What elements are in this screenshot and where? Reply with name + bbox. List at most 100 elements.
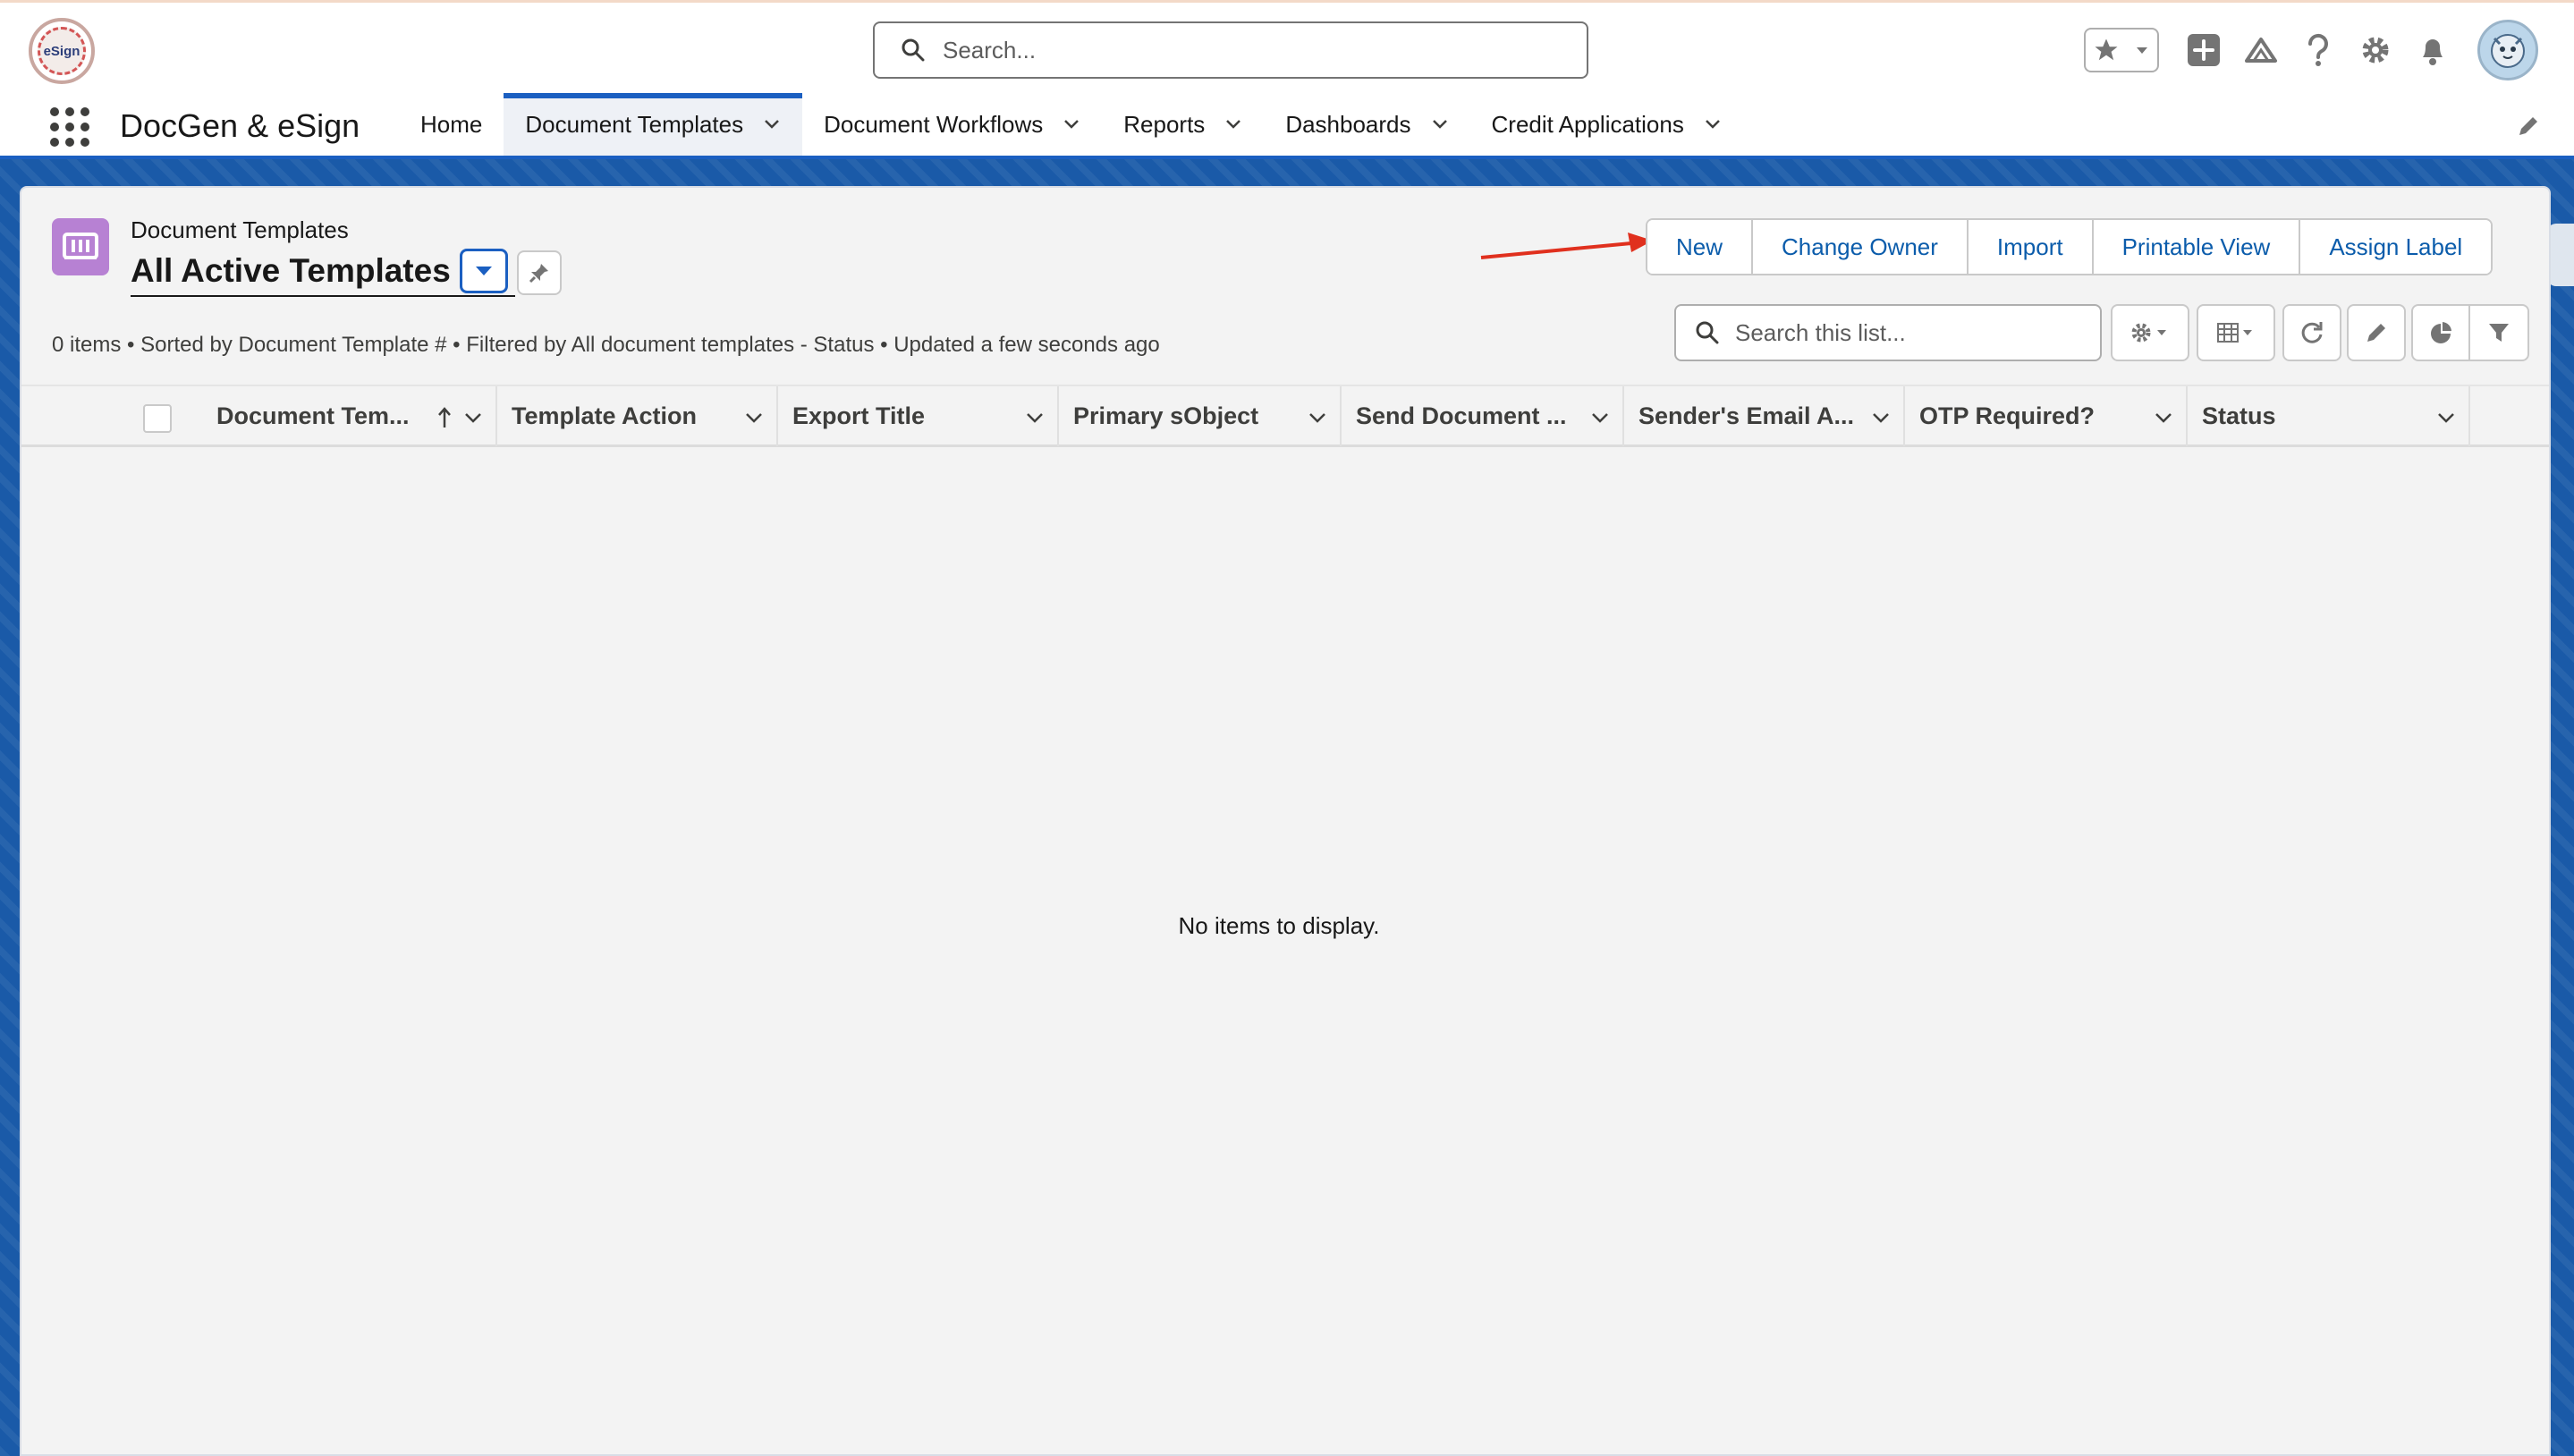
column-menu-chevron-icon[interactable]	[1025, 408, 1045, 427]
nav-tab-label: Credit Applications	[1491, 110, 1684, 138]
column-header[interactable]: Status	[2188, 386, 2470, 446]
refresh-button[interactable]	[2282, 304, 2341, 361]
nav-tab-document-workflows[interactable]: Document Workflows	[802, 93, 1102, 156]
column-header[interactable]: Export Title	[778, 386, 1059, 446]
pin-icon	[529, 264, 548, 284]
nav-tab-label: Document Workflows	[824, 110, 1044, 138]
list-actions-button-group: New Change Owner Import Printable View Assig…	[1646, 218, 2494, 275]
table-icon	[2217, 323, 2252, 343]
header-utility-icons	[2084, 20, 2538, 80]
column-header[interactable]: Send Document ...	[1342, 386, 1624, 446]
table-header: Document Tem... Template Action Export Tit…	[21, 385, 2549, 447]
pencil-icon	[2367, 324, 2385, 342]
refresh-icon	[2301, 322, 2323, 343]
document-templates-object-icon	[52, 218, 109, 275]
side-panel-toggle[interactable]	[2547, 224, 2574, 286]
list-view-title: All Active Templates	[131, 252, 451, 289]
column-header-label: Document Tem...	[216, 402, 410, 429]
nav-tab-label: Home	[420, 110, 483, 138]
global-search-input[interactable]: Search...	[873, 21, 1588, 79]
assign-label-button[interactable]: Assign Label	[2300, 220, 2492, 274]
filters-button[interactable]	[2470, 306, 2527, 360]
favorites-button[interactable]	[2084, 28, 2159, 72]
column-header-label: Export Title	[792, 402, 926, 429]
column-header[interactable]: Primary sObject	[1059, 386, 1342, 446]
pin-list-view-button[interactable]	[517, 250, 562, 295]
global-create-icon[interactable]	[2186, 32, 2222, 68]
column-header[interactable]: Template Action	[497, 386, 778, 446]
search-this-list-input[interactable]: Search this list...	[1674, 304, 2102, 361]
change-owner-button[interactable]: Change Owner	[1753, 220, 1969, 274]
nav-tab-reports[interactable]: Reports	[1102, 93, 1264, 156]
list-info-summary: 0 items • Sorted by Document Template # …	[52, 333, 1160, 357]
chevron-down-icon[interactable]	[1224, 115, 1242, 133]
new-button[interactable]: New	[1647, 220, 1754, 274]
search-placeholder: Search...	[943, 36, 1037, 63]
nav-tab-label: Dashboards	[1285, 110, 1411, 138]
app-launcher-grid-icon[interactable]	[50, 107, 89, 147]
chevron-down-icon[interactable]	[1704, 115, 1722, 133]
app-logo[interactable]: eSign	[29, 18, 95, 84]
column-header-label: Send Document ...	[1356, 402, 1567, 429]
app-navigation-bar: DocGen & eSign Home Document Templates Doc…	[0, 93, 2574, 159]
column-menu-chevron-icon[interactable]	[2436, 408, 2456, 427]
import-button[interactable]: Import	[1968, 220, 2094, 274]
empty-state-message: No items to display.	[21, 912, 2549, 940]
caret-down-icon	[2137, 47, 2147, 54]
chevron-down-icon[interactable]	[1063, 115, 1080, 133]
inline-edit-button[interactable]	[2347, 304, 2406, 361]
printable-view-button[interactable]: Printable View	[2093, 220, 2301, 274]
esign-logo-icon: eSign	[38, 27, 86, 75]
column-header[interactable]: Document Tem...	[202, 386, 497, 446]
sort-ascending-arrow-icon	[438, 407, 451, 427]
logo-text: eSign	[43, 43, 80, 59]
column-header-label: Primary sObject	[1073, 402, 1259, 429]
setup-gear-icon[interactable]	[2358, 32, 2393, 68]
list-view-controls-button[interactable]	[2111, 304, 2189, 361]
column-menu-chevron-icon[interactable]	[744, 408, 764, 427]
filter-funnel-icon	[2489, 324, 2509, 342]
nav-tab-document-templates[interactable]: Document Templates	[504, 93, 803, 156]
gear-icon	[2131, 323, 2166, 343]
column-header-label: Status	[2202, 402, 2276, 429]
empty-message-text: No items to display.	[1178, 912, 1380, 939]
pie-chart-icon	[2431, 322, 2451, 343]
app-name: DocGen & eSign	[120, 107, 360, 144]
column-header-label: Template Action	[512, 402, 698, 429]
show-charts-button[interactable]	[2413, 306, 2470, 360]
edit-nav-pencil-icon[interactable]	[2515, 113, 2542, 140]
help-icon[interactable]	[2300, 32, 2336, 68]
column-menu-chevron-icon[interactable]	[463, 408, 483, 427]
chevron-down-icon[interactable]	[763, 115, 781, 133]
column-header-label: OTP Required?	[1919, 402, 2096, 429]
column-menu-chevron-icon[interactable]	[1590, 408, 1610, 427]
column-menu-chevron-icon[interactable]	[1308, 408, 1327, 427]
chevron-down-icon[interactable]	[1431, 115, 1449, 133]
column-header[interactable]: Sender's Email A...	[1624, 386, 1905, 446]
chart-filter-button-group	[2411, 304, 2529, 361]
select-all-checkbox[interactable]	[143, 404, 172, 433]
list-view-card: Document Templates All Active Templates …	[20, 186, 2551, 1456]
nav-tab-credit-applications[interactable]: Credit Applications	[1470, 93, 1743, 156]
column-menu-chevron-icon[interactable]	[1871, 408, 1891, 427]
annotation-arrow	[1480, 233, 1653, 259]
astro-avatar-icon	[2491, 34, 2525, 68]
display-as-table-button[interactable]	[2197, 304, 2275, 361]
user-avatar[interactable]	[2477, 20, 2538, 80]
trailhead-icon[interactable]	[2243, 32, 2279, 68]
column-menu-chevron-icon[interactable]	[2154, 408, 2173, 427]
nav-tab-dashboards[interactable]: Dashboards	[1264, 93, 1469, 156]
object-label: Document Templates	[131, 216, 349, 243]
nav-tab-home[interactable]: Home	[399, 93, 504, 156]
list-view-selector[interactable]: All Active Templates	[131, 247, 515, 297]
nav-tab-label: Reports	[1123, 110, 1206, 138]
caret-down-icon	[475, 267, 492, 275]
search-icon	[1696, 321, 1719, 344]
global-header: eSign Search...	[0, 0, 2574, 95]
list-view-switcher-button[interactable]	[459, 249, 508, 293]
nav-tabs: Home Document Templates Document Workflows…	[399, 93, 1743, 156]
list-search-placeholder: Search this list...	[1735, 318, 1906, 346]
column-header[interactable]: OTP Required?	[1905, 386, 2188, 446]
search-icon	[902, 38, 925, 62]
notifications-bell-icon[interactable]	[2415, 32, 2451, 68]
